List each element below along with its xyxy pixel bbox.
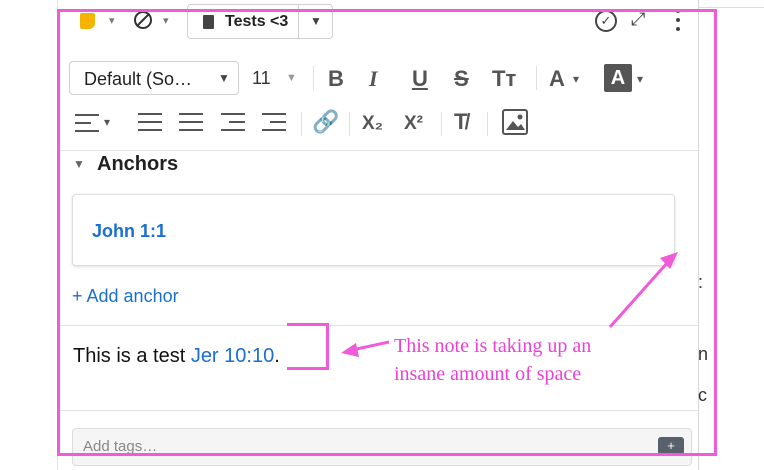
- annotation-line-2: insane amount of space: [394, 363, 582, 385]
- annotation-text: This note is taking up an insane amount …: [394, 332, 591, 388]
- annotation-line-1: This note is taking up an: [394, 335, 592, 357]
- annotation-arrows: [341, 252, 678, 357]
